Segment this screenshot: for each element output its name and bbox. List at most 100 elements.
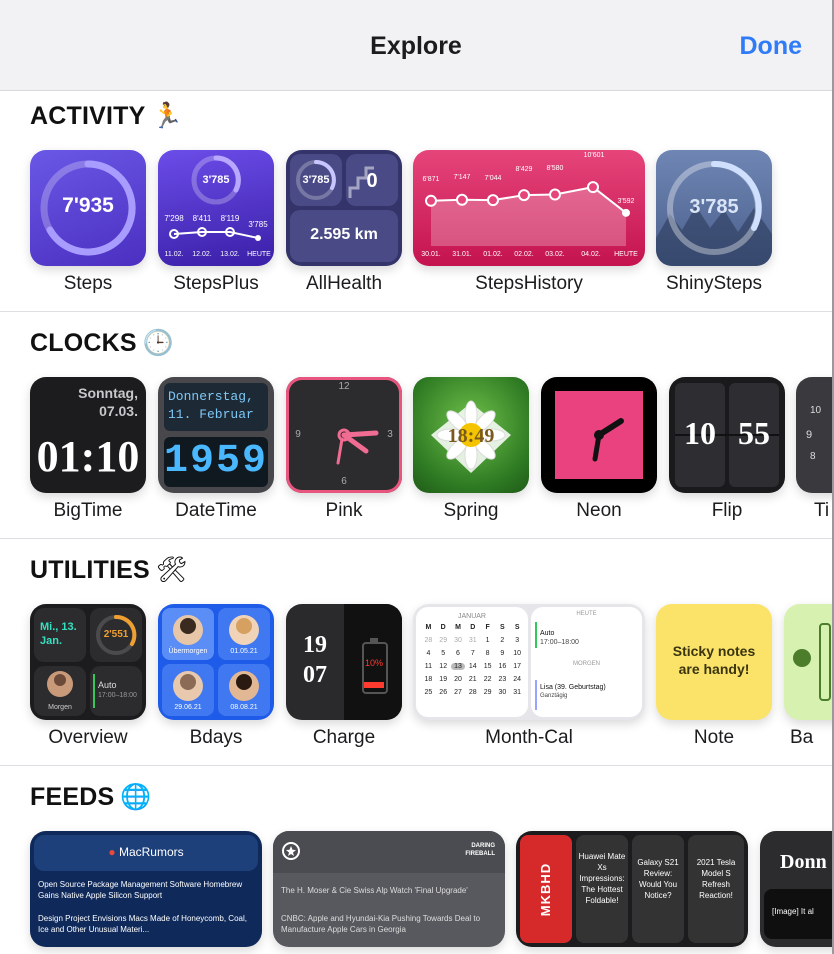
calendar-day[interactable]: 25 xyxy=(421,689,436,696)
calendar-day[interactable]: 21 xyxy=(465,676,480,683)
pink-numeral: 12 xyxy=(338,381,350,392)
widget-datetime[interactable]: Donnerstag, 11. Februar 1959 xyxy=(158,377,274,493)
calendar-day[interactable]: 28 xyxy=(421,637,436,644)
calendar-day[interactable]: 29 xyxy=(436,637,451,644)
allhealth-flights: 0 xyxy=(366,170,378,192)
history-date: 30.01. xyxy=(421,251,441,258)
nav-bar: Explore Done xyxy=(0,0,832,91)
widget-feed-mkbhd[interactable]: MKBHD Huawei Mate Xs Impressions: The Ho… xyxy=(516,831,748,947)
calendar-day[interactable]: 1 xyxy=(480,637,495,644)
monthcal-today-header: HEUTE xyxy=(576,611,597,617)
calendar-day[interactable]: 16 xyxy=(495,663,510,670)
calendar-day[interactable]: 7 xyxy=(465,650,480,657)
widget-stepsplus[interactable]: 3'785 7'298 8'411 8'119 3'785 11.02. 12.… xyxy=(158,150,274,266)
bigtime-label: BigTime xyxy=(53,500,123,521)
calendar-day[interactable]: 4 xyxy=(421,650,436,657)
calendar-day[interactable]: 9 xyxy=(495,650,510,657)
widget-spring[interactable]: 18:49 xyxy=(413,377,529,493)
section-clocks-label: CLOCKS xyxy=(30,329,137,357)
calendar-day[interactable]: 11 xyxy=(421,663,436,670)
widget-feed-donn[interactable]: Donn [Image] It al xyxy=(760,831,832,947)
widget-stepshistory[interactable]: 6'871 7'147 7'044 8'429 8'580 10'601 3'5… xyxy=(413,150,645,266)
widget-pink[interactable]: 12 3 6 9 xyxy=(286,377,402,493)
mkbhd-video[interactable]: Huawei Mate Xs Impressions: The Hottest … xyxy=(578,851,626,906)
widget-monthcal[interactable]: JANUAR M D M D F S S 28 29 30 31 1 2 3 4 5 6 7 8 9 10 11 12 13 1… xyxy=(413,604,645,720)
history-value: 3'592 xyxy=(617,198,635,205)
calendar-day[interactable]: 27 xyxy=(451,689,466,696)
monthcal-event2-title: Lisa (39. Geburtstag) xyxy=(540,684,606,691)
monthcal-month: JANUAR xyxy=(457,613,486,620)
history-value: 8'580 xyxy=(546,165,564,172)
stepsplus-label: StepsPlus xyxy=(173,273,259,294)
calendar-day[interactable]: 3 xyxy=(510,637,525,644)
bdays-person: 08.08.21 xyxy=(230,704,258,711)
history-point xyxy=(518,189,530,202)
widget-allhealth[interactable]: 3'785 0 2.595 km xyxy=(286,150,402,266)
calendar-day[interactable]: 31 xyxy=(510,689,525,696)
calendar-day[interactable]: 10 xyxy=(510,650,525,657)
widget-flip[interactable]: 10 55 xyxy=(669,377,785,493)
calendar-day[interactable]: 30 xyxy=(495,689,510,696)
calendar-day[interactable]: 2 xyxy=(495,637,510,644)
macrumors-headline[interactable]: Open Source Package Management Software … xyxy=(38,879,256,901)
calendar-day[interactable]: 17 xyxy=(510,663,525,670)
calendar-day[interactable]: 30 xyxy=(451,637,466,644)
macrumors-source: ● MacRumors xyxy=(30,845,262,859)
calendar-day[interactable]: 15 xyxy=(480,663,495,670)
widget-feed-macrumors[interactable]: ● MacRumors Open Source Package Manageme… xyxy=(30,831,262,947)
calendar-day[interactable]: 12 xyxy=(436,663,451,670)
history-date: 01.02. xyxy=(483,251,503,258)
calendar-day[interactable]: 13 xyxy=(450,663,466,670)
mkbhd-video[interactable]: Galaxy S21 Review: Would You Notice? xyxy=(634,857,682,901)
widget-note[interactable]: Sticky notes are handy! xyxy=(656,604,772,720)
section-title-activity: ACTIVITY 🏃 xyxy=(30,102,183,131)
overview-event-time: 17:00–18:00 xyxy=(98,692,137,699)
calendar-day[interactable]: 5 xyxy=(436,650,451,657)
history-point xyxy=(425,194,437,207)
df-headline[interactable]: CNBC: Apple and Hyundai-Kia Pushing Towa… xyxy=(281,913,497,935)
calendar-day[interactable]: 14 xyxy=(465,663,480,670)
section-title-feeds: FEEDS 🌐 xyxy=(30,783,152,812)
history-date: 04.02. xyxy=(581,251,601,258)
history-point xyxy=(587,181,599,194)
calendar-day[interactable]: 24 xyxy=(510,676,525,683)
calendar-day[interactable]: 23 xyxy=(495,676,510,683)
widget-charge[interactable]: 19 07 10% xyxy=(286,604,402,720)
calendar-day[interactable]: 8 xyxy=(480,650,495,657)
widget-steps[interactable]: 7'935 xyxy=(30,150,146,266)
calendar-day[interactable]: 18 xyxy=(421,676,436,683)
section-feeds-label: FEEDS xyxy=(30,783,115,811)
widget-bigtime[interactable]: Sonntag, 07.03. 01:10 xyxy=(30,377,146,493)
widget-overview[interactable]: Mi., 13. Jan. 2'551 Morgen Auto 17:00–18… xyxy=(30,604,146,720)
stepsplus-date: 13.02. xyxy=(220,251,240,258)
calendar-day[interactable]: 26 xyxy=(436,689,451,696)
spring-label: Spring xyxy=(443,500,499,521)
calendar-day[interactable]: 20 xyxy=(451,676,466,683)
battery-icon xyxy=(793,623,831,701)
bigtime-time: 01:10 xyxy=(36,432,140,481)
bdays-avatars xyxy=(173,615,259,701)
datetime-weekday: Donnerstag, xyxy=(168,389,254,404)
calendar-day[interactable]: 29 xyxy=(480,689,495,696)
donn-title: Donn xyxy=(780,851,827,873)
stepsplus-point: 3'785 xyxy=(248,220,268,229)
widget-bdays[interactable]: Übermorgen 01.05.21 29.06.21 08.08.21 xyxy=(158,604,274,720)
df-headline[interactable]: The H. Moser & Cie Swiss Alp Watch 'Fina… xyxy=(281,885,497,896)
history-date: 02.02. xyxy=(514,251,534,258)
widget-neon[interactable] xyxy=(541,377,657,493)
calendar-day[interactable]: 31 xyxy=(465,637,480,644)
calendar-day[interactable]: 19 xyxy=(436,676,451,683)
macrumors-headline[interactable]: Design Project Envisions Macs Made of Ho… xyxy=(38,913,256,935)
done-button[interactable]: Done xyxy=(740,32,803,61)
widget-shinysteps[interactable]: 3'785 xyxy=(656,150,772,266)
calendar-day[interactable]: 22 xyxy=(480,676,495,683)
widget-feed-daringfireball[interactable]: DARING FIREBALL The H. Moser & Cie Swiss… xyxy=(273,831,505,947)
calendar-day[interactable]: 6 xyxy=(451,650,466,657)
calendar-weekday: M xyxy=(455,624,461,631)
ti-numeral: 10 xyxy=(810,405,822,416)
widget-battery[interactable] xyxy=(784,604,832,720)
widget-ti[interactable]: 10 9 8 xyxy=(796,377,832,493)
mkbhd-video[interactable]: 2021 Tesla Model S Refresh Reaction! xyxy=(690,857,742,901)
divider xyxy=(0,765,832,766)
calendar-day[interactable]: 28 xyxy=(465,689,480,696)
